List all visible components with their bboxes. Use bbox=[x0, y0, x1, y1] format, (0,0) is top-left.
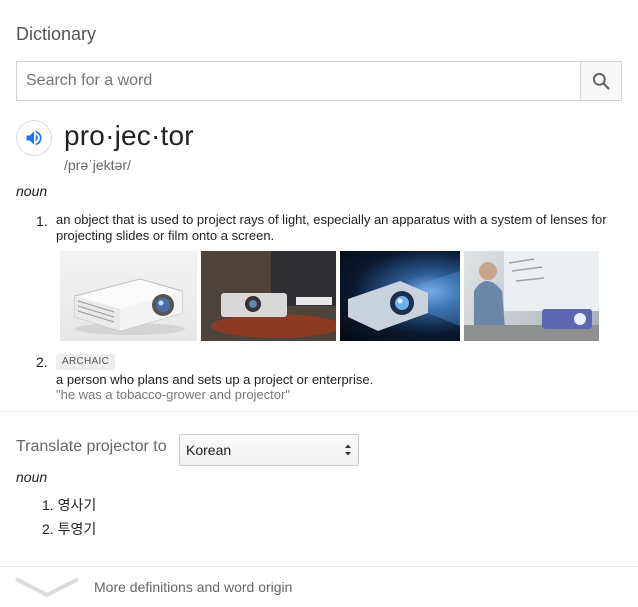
projector-illustration bbox=[348, 271, 460, 331]
search-button[interactable] bbox=[580, 62, 621, 100]
translation-number: 1. bbox=[42, 497, 54, 513]
translation-item: 2. 투영기 bbox=[42, 519, 96, 539]
projector-image-3[interactable] bbox=[340, 251, 460, 341]
definition-number: 1. bbox=[36, 213, 48, 229]
projector-image-4[interactable] bbox=[464, 251, 599, 341]
definition-text: a person who plans and sets up a project… bbox=[56, 372, 374, 387]
pronunciation-audio-button[interactable] bbox=[16, 120, 52, 156]
more-definitions-button[interactable]: More definitions and word origin bbox=[0, 567, 638, 607]
language-select-value: Korean bbox=[186, 442, 232, 458]
definition-text: an object that is used to project rays o… bbox=[56, 212, 607, 243]
dictionary-title: Dictionary bbox=[16, 24, 97, 44]
projector-image-2[interactable] bbox=[201, 251, 336, 341]
usage-tag: ARCHAIC bbox=[56, 354, 116, 370]
definition-number: 2. bbox=[36, 354, 48, 370]
chevron-down-icon bbox=[15, 577, 79, 597]
part-of-speech: noun bbox=[16, 183, 48, 199]
search-icon bbox=[592, 72, 610, 90]
definition-images bbox=[60, 251, 599, 341]
projector-image-1[interactable] bbox=[60, 251, 197, 341]
select-arrows-icon bbox=[345, 444, 351, 456]
more-definitions-label: More definitions and word origin bbox=[94, 579, 293, 595]
headword: pro·jec·tor bbox=[64, 120, 194, 151]
translation-text: 영사기 bbox=[57, 497, 97, 513]
search-box bbox=[16, 61, 622, 101]
definition-example: "he was a tobacco-grower and projector" bbox=[56, 387, 290, 402]
translation-number: 2. bbox=[42, 521, 54, 537]
projector-illustration bbox=[201, 251, 336, 341]
search-input[interactable] bbox=[17, 62, 580, 100]
translate-label: Translate projector to bbox=[16, 438, 167, 455]
speaker-icon bbox=[26, 130, 42, 146]
translation-part-of-speech: noun bbox=[16, 469, 48, 485]
section-divider bbox=[0, 411, 638, 412]
language-select[interactable]: Korean bbox=[179, 434, 359, 466]
dictionary-card: Dictionary pro·jec·tor /prəˈjektər/ noun… bbox=[0, 0, 638, 607]
phonetic-spelling: /prəˈjektər/ bbox=[64, 157, 131, 173]
translation-text: 투영기 bbox=[57, 521, 97, 537]
projector-illustration bbox=[74, 278, 185, 335]
projector-illustration bbox=[464, 251, 599, 341]
translation-item: 1. 영사기 bbox=[42, 495, 96, 515]
